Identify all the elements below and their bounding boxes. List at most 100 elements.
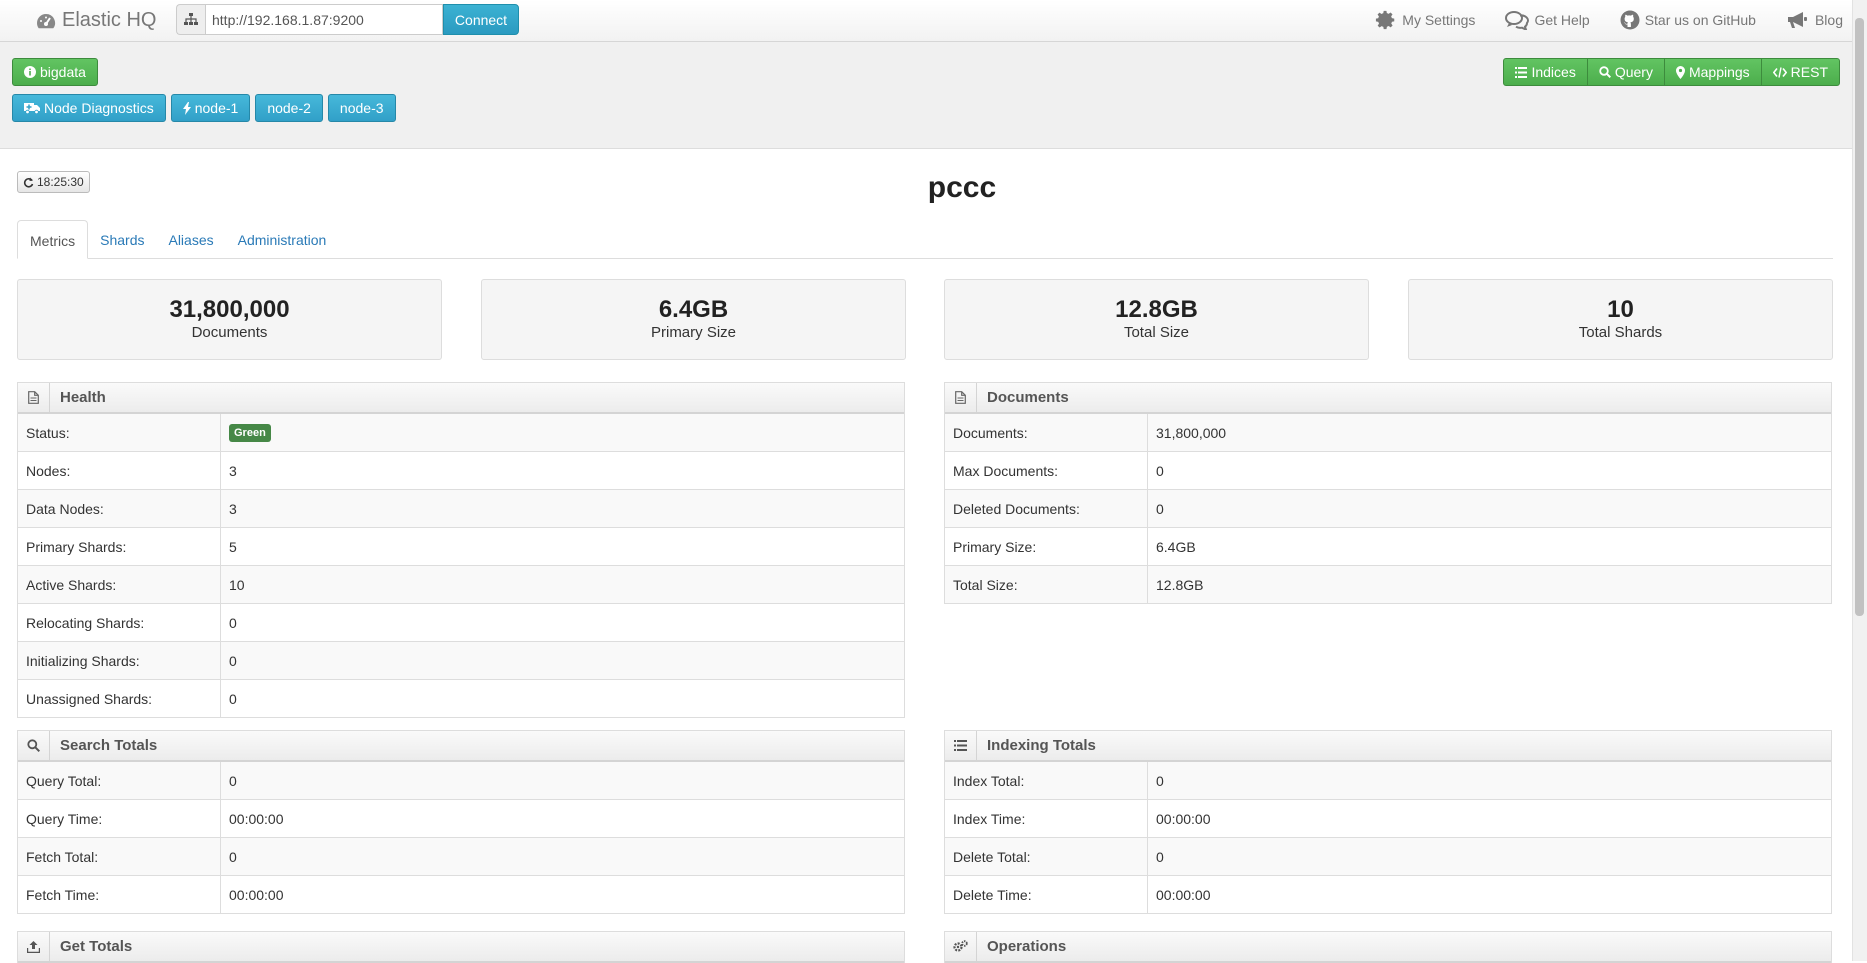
row-value: 0 bbox=[1156, 772, 1164, 789]
table-row: Total Size: 12.8GB bbox=[945, 565, 1831, 603]
row-key: Deleted Documents: bbox=[945, 490, 1148, 527]
cogs-icon bbox=[945, 932, 977, 961]
main-nav-buttons: Indices Query Mappings REST bbox=[1503, 58, 1840, 86]
ambulance-icon bbox=[24, 102, 40, 114]
list-icon bbox=[1515, 66, 1528, 78]
query-button[interactable]: Query bbox=[1586, 58, 1665, 86]
row-value: 0 bbox=[1156, 848, 1164, 865]
my-settings-label: My Settings bbox=[1402, 12, 1476, 28]
row-key: Documents: bbox=[945, 414, 1148, 451]
blog-label: Blog bbox=[1814, 12, 1843, 28]
github-link[interactable]: Star us on GitHub bbox=[1620, 9, 1756, 31]
get-help-link[interactable]: Get Help bbox=[1505, 9, 1590, 31]
node-label: node-3 bbox=[339, 100, 384, 116]
table-row: Index Time: 00:00:00 bbox=[945, 799, 1831, 837]
mappings-button[interactable]: Mappings bbox=[1663, 58, 1762, 86]
row-value: 00:00:00 bbox=[1156, 810, 1211, 827]
brand-label: Elastic HQ bbox=[62, 9, 157, 31]
panel-header: Documents bbox=[945, 383, 1831, 414]
row-value: 0 bbox=[229, 614, 237, 631]
table-row: Fetch Time: 00:00:00 bbox=[18, 875, 904, 913]
table-row: Relocating Shards: 0 bbox=[18, 603, 904, 641]
panel-title: Indexing Totals bbox=[987, 737, 1096, 754]
row-value: 3 bbox=[229, 462, 237, 479]
blog-link[interactable]: Blog bbox=[1786, 9, 1843, 31]
indices-button[interactable]: Indices bbox=[1503, 58, 1588, 86]
rest-button[interactable]: REST bbox=[1760, 58, 1840, 86]
table-row: Primary Size: 6.4GB bbox=[945, 527, 1831, 565]
table-row: Nodes: 3 bbox=[18, 451, 904, 489]
row-key: Primary Shards: bbox=[18, 528, 221, 565]
row-value: 10 bbox=[229, 576, 245, 593]
panel-title: Search Totals bbox=[60, 737, 158, 754]
panel-title: Documents bbox=[987, 389, 1069, 406]
sitemap-icon bbox=[176, 4, 205, 35]
row-key: Delete Total: bbox=[945, 838, 1148, 875]
github-icon bbox=[1620, 10, 1640, 30]
row-key: Unassigned Shards: bbox=[18, 680, 221, 717]
row-key: Query Time: bbox=[18, 800, 221, 837]
server-url-input[interactable] bbox=[205, 4, 443, 35]
search-icon bbox=[18, 731, 50, 760]
panel-title: Operations bbox=[987, 938, 1067, 955]
stat-label: Total Size bbox=[1123, 324, 1190, 341]
connect-button[interactable]: Connect bbox=[443, 4, 519, 35]
row-value: 00:00:00 bbox=[1156, 886, 1211, 903]
table-row: Index Total: 0 bbox=[945, 762, 1831, 799]
row-value: Green bbox=[221, 414, 271, 451]
table-row: Fetch Total: 0 bbox=[18, 837, 904, 875]
node-button-3[interactable]: node-3 bbox=[327, 94, 396, 122]
bolt-icon bbox=[182, 101, 191, 115]
stat-total-shards: 10 Total Shards bbox=[1408, 279, 1833, 360]
row-key: Initializing Shards: bbox=[18, 642, 221, 679]
node-diagnostics-label: Node Diagnostics bbox=[44, 100, 154, 116]
my-settings-link[interactable]: My Settings bbox=[1375, 9, 1475, 31]
search-icon bbox=[1599, 66, 1611, 78]
node-buttons: Node Diagnostics node-1 node-2 node-3 bbox=[12, 94, 396, 122]
row-key: Total Size: bbox=[945, 566, 1148, 603]
cluster-button[interactable]: bigdata bbox=[12, 58, 98, 86]
page-scrollbar[interactable] bbox=[1852, 0, 1867, 961]
query-label: Query bbox=[1614, 64, 1653, 80]
row-key: Active Shards: bbox=[18, 566, 221, 603]
get-totals-panel: Get Totals bbox=[17, 931, 905, 963]
table-row: Initializing Shards: 0 bbox=[18, 641, 904, 679]
node-button-2[interactable]: node-2 bbox=[255, 94, 323, 122]
row-value: 0 bbox=[229, 772, 237, 789]
row-key: Nodes: bbox=[18, 452, 221, 489]
node-label: node-1 bbox=[194, 100, 239, 116]
row-value: 00:00:00 bbox=[229, 886, 284, 903]
health-panel: Health Status: Green Nodes: 3 Data Nodes:… bbox=[17, 382, 905, 718]
brand-link[interactable]: Elastic HQ bbox=[36, 9, 156, 32]
row-value: 31,800,000 bbox=[1156, 424, 1227, 441]
scrollbar-thumb[interactable] bbox=[1855, 18, 1864, 616]
node-button-1[interactable]: node-1 bbox=[170, 94, 251, 122]
file-icon bbox=[18, 383, 50, 412]
table-row: Delete Time: 00:00:00 bbox=[945, 875, 1831, 913]
stat-label: Primary Size bbox=[650, 324, 736, 341]
tab-administration[interactable]: Administration bbox=[226, 220, 339, 258]
panel-header: Health bbox=[18, 383, 904, 414]
rest-label: REST bbox=[1790, 64, 1828, 80]
table-row: Max Documents: 0 bbox=[945, 451, 1831, 489]
row-key: Relocating Shards: bbox=[18, 604, 221, 641]
stat-label: Total Shards bbox=[1578, 324, 1663, 341]
panel-header: Operations bbox=[945, 932, 1831, 963]
node-diagnostics-button[interactable]: Node Diagnostics bbox=[12, 94, 166, 122]
stat-value: 10 bbox=[1607, 296, 1634, 323]
table-row: Query Time: 00:00:00 bbox=[18, 799, 904, 837]
indexing-totals-panel: Indexing Totals Index Total: 0 Index Time… bbox=[944, 730, 1832, 914]
table-row: Delete Total: 0 bbox=[945, 837, 1831, 875]
chat-icon bbox=[1505, 10, 1530, 30]
indexing-table: Index Total: 0 Index Time: 00:00:00 Delete… bbox=[945, 762, 1831, 913]
connect-form: Connect bbox=[176, 4, 519, 35]
tab-aliases[interactable]: Aliases bbox=[156, 220, 225, 258]
row-value: 5 bbox=[229, 538, 237, 555]
row-key: Max Documents: bbox=[945, 452, 1148, 489]
table-row: Unassigned Shards: 0 bbox=[18, 679, 904, 717]
tab-metrics[interactable]: Metrics bbox=[17, 220, 89, 259]
tab-shards[interactable]: Shards bbox=[88, 220, 156, 258]
get-help-label: Get Help bbox=[1534, 12, 1590, 28]
navbar-links: My Settings Get Help Star us on GitHub B… bbox=[1375, 9, 1843, 31]
operations-panel: Operations bbox=[944, 931, 1832, 963]
